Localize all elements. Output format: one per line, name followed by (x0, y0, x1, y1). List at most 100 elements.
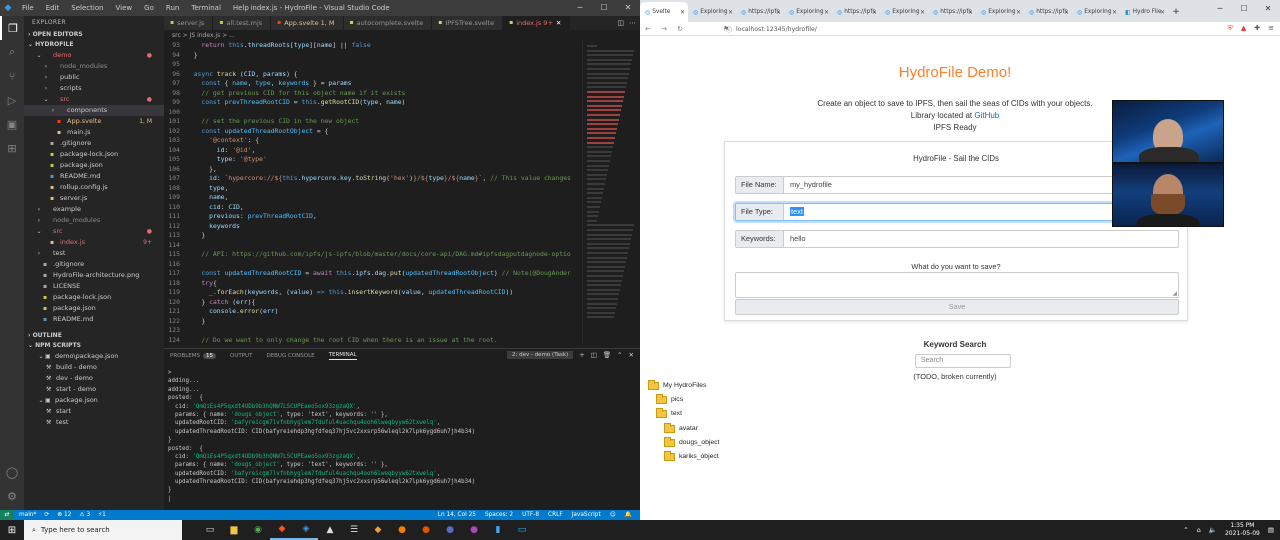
tree-item[interactable]: ▪ LICENSE (24, 281, 164, 292)
terminal-select[interactable]: 2: dev - demo (Task) (506, 351, 574, 359)
menu-selection[interactable]: Selection (65, 4, 109, 12)
content-textarea[interactable]: ◢ (735, 272, 1179, 298)
account-icon[interactable]: ◯ (0, 460, 24, 484)
tree-item[interactable]: › scripts (24, 83, 164, 94)
tree-folder[interactable]: dougs_object (664, 436, 719, 448)
tree-item[interactable]: › node_modules (24, 215, 164, 226)
tree-item[interactable]: ▪ HydroFile-architecture.png (24, 270, 164, 281)
back-icon[interactable]: ← (640, 25, 656, 33)
browser-tab[interactable]: ◎ Exploring ✕ (976, 2, 1024, 22)
tree-item[interactable]: ▪ .gitignore (24, 259, 164, 270)
close-tab-icon[interactable]: ✕ (968, 9, 973, 16)
browser-tab[interactable]: ◎ Exploring ✕ (1072, 2, 1120, 22)
windows-start-icon[interactable]: ⊞ (0, 520, 24, 540)
split-terminal-icon[interactable]: ◫ (591, 351, 597, 359)
outline-section[interactable]: › OUTLINE (24, 331, 164, 341)
language-mode[interactable]: JavaScript (572, 512, 601, 518)
app-icon[interactable]: ▲ (318, 520, 342, 540)
npm-item[interactable]: ⚒ test (24, 417, 164, 428)
brave-shield-icon[interactable]: ⛨ (1228, 24, 1233, 33)
npm-item[interactable]: ⚒ build - demo (24, 362, 164, 373)
tree-folder[interactable]: My HydroFiles (648, 380, 706, 391)
maximize-panel-icon[interactable]: ⌃ (617, 351, 622, 359)
github-link[interactable]: GitHub (974, 111, 999, 120)
trash-icon[interactable]: 🗑 (603, 351, 611, 359)
git-icon[interactable]: ◆ (366, 520, 390, 540)
tree-item[interactable]: ▪ main.js (24, 127, 164, 138)
panel-tab-terminal[interactable]: TERMINAL (328, 352, 357, 360)
remote-explorer-icon[interactable]: ▣ (0, 112, 24, 136)
source-control-icon[interactable]: ⑂ (0, 64, 24, 88)
input-field[interactable]: hello (784, 231, 1178, 247)
terminal-output[interactable]: > adding... adding... posted: { cid: 'QmQiE… (168, 369, 638, 503)
browser-tab[interactable]: ◎ https://ipfs ✕ (928, 2, 976, 22)
add-terminal-icon[interactable]: + (579, 351, 584, 359)
sync-icon[interactable]: ⟳ (44, 512, 49, 518)
resize-handle-icon[interactable]: ◢ (1172, 290, 1177, 297)
search-icon[interactable]: ⌕ (0, 40, 24, 64)
menu-terminal[interactable]: Terminal (185, 4, 227, 12)
info-icon[interactable]: ⓘ (726, 25, 732, 34)
tree-item[interactable]: ⌄ demo ● (24, 50, 164, 61)
npm-item[interactable]: ⌄ ▣ demo\package.json (24, 351, 164, 362)
chrome-icon[interactable]: ◉ (246, 520, 270, 540)
brave-icon[interactable]: ◆ (270, 520, 294, 540)
browser-tab[interactable]: ◎ https://ipfs ✕ (832, 2, 880, 22)
menu-file[interactable]: File (16, 4, 40, 12)
taskbar-search[interactable]: ⌕ Type here to search (24, 520, 182, 540)
tree-item[interactable]: › test (24, 248, 164, 259)
npm-item[interactable]: ⚒ start - demo (24, 384, 164, 395)
tray-chevron-icon[interactable]: ⌃ (1183, 526, 1188, 534)
address-bar[interactable]: ⓘ localhost:12345/hydrofile/ (726, 23, 1166, 35)
menu-view[interactable]: View (110, 4, 139, 12)
close-tab-icon[interactable]: ✕ (1160, 9, 1165, 16)
encoding[interactable]: UTF-8 (522, 512, 539, 518)
keyword-search-input[interactable]: Search (915, 354, 1011, 368)
editor-tab[interactable]: ▪ IPFSTree.svelte (432, 16, 504, 30)
cursor-position[interactable]: Ln 14, Col 25 (438, 512, 476, 518)
browser-maximize-icon[interactable]: ☐ (1232, 0, 1256, 18)
tree-item[interactable]: ▪ package-lock.json (24, 149, 164, 160)
menu-run[interactable]: Run (160, 4, 185, 12)
editor-tab[interactable]: ▪ App.svelte 1, M (271, 16, 344, 30)
project-section[interactable]: ⌄ HYDROFILE (24, 40, 164, 50)
browser-menu-icon[interactable]: ≡ (1268, 24, 1274, 33)
feedback-icon[interactable]: ☺ (610, 512, 616, 518)
menu-go[interactable]: Go (138, 4, 160, 12)
remote-icon[interactable]: ⇄ (0, 510, 14, 520)
bell-icon[interactable]: 🔔 (625, 512, 632, 518)
tree-item[interactable]: › example (24, 204, 164, 215)
browser-tab[interactable]: ◧ Hydro File ✕ (1120, 2, 1168, 22)
app-icon[interactable]: ● (462, 520, 486, 540)
browser-tab[interactable]: ◎ Exploring ✕ (880, 2, 928, 22)
close-tab-icon[interactable]: ✕ (556, 16, 561, 30)
browser-tab[interactable]: ◎ Exploring ✕ (784, 2, 832, 22)
minimap[interactable] (582, 41, 640, 344)
minimize-icon[interactable]: ─ (568, 0, 592, 16)
rewards-icon[interactable]: ▲ (1241, 24, 1246, 33)
settings-gear-icon[interactable]: ⚙ (0, 484, 24, 508)
panel-tab-debug-console[interactable]: DEBUG CONSOLE (266, 353, 314, 359)
npm-item[interactable]: ⚒ start (24, 406, 164, 417)
error-count[interactable]: ⊗ 12 (57, 512, 71, 518)
tree-item[interactable]: ▪ README.md (24, 314, 164, 325)
tree-item[interactable]: ⌄ src ● (24, 226, 164, 237)
tree-item[interactable]: ▪ rollup.config.js (24, 182, 164, 193)
tree-folder[interactable]: kariks_object (664, 451, 719, 462)
app-icon[interactable]: ▮ (486, 520, 510, 540)
app-icon[interactable]: ● (438, 520, 462, 540)
tree-item[interactable]: ⌄ src ● (24, 94, 164, 105)
app-icon[interactable]: ● (390, 520, 414, 540)
extensions-puzzle-icon[interactable]: ✚ (1254, 24, 1260, 33)
close-tab-icon[interactable]: ✕ (1112, 9, 1117, 16)
editor-tab[interactable]: ▪ server.js (164, 16, 214, 30)
browser-tab[interactable]: ◎ https://ipfs ✕ (1024, 2, 1072, 22)
browser-tab[interactable]: ◎ Svelte ✕ (640, 2, 688, 22)
npm-item[interactable]: ⚒ dev - demo (24, 373, 164, 384)
volume-icon[interactable]: 🔈 (1209, 526, 1217, 534)
extensions-icon[interactable]: ⊞ (0, 136, 24, 160)
close-panel-icon[interactable]: ✕ (629, 351, 634, 359)
panel-tab-problems[interactable]: PROBLEMS 15 (170, 353, 217, 359)
tree-folder[interactable]: avatar (664, 422, 698, 434)
browser-tab[interactable]: ◎ https://ipfs ✕ (736, 2, 784, 22)
